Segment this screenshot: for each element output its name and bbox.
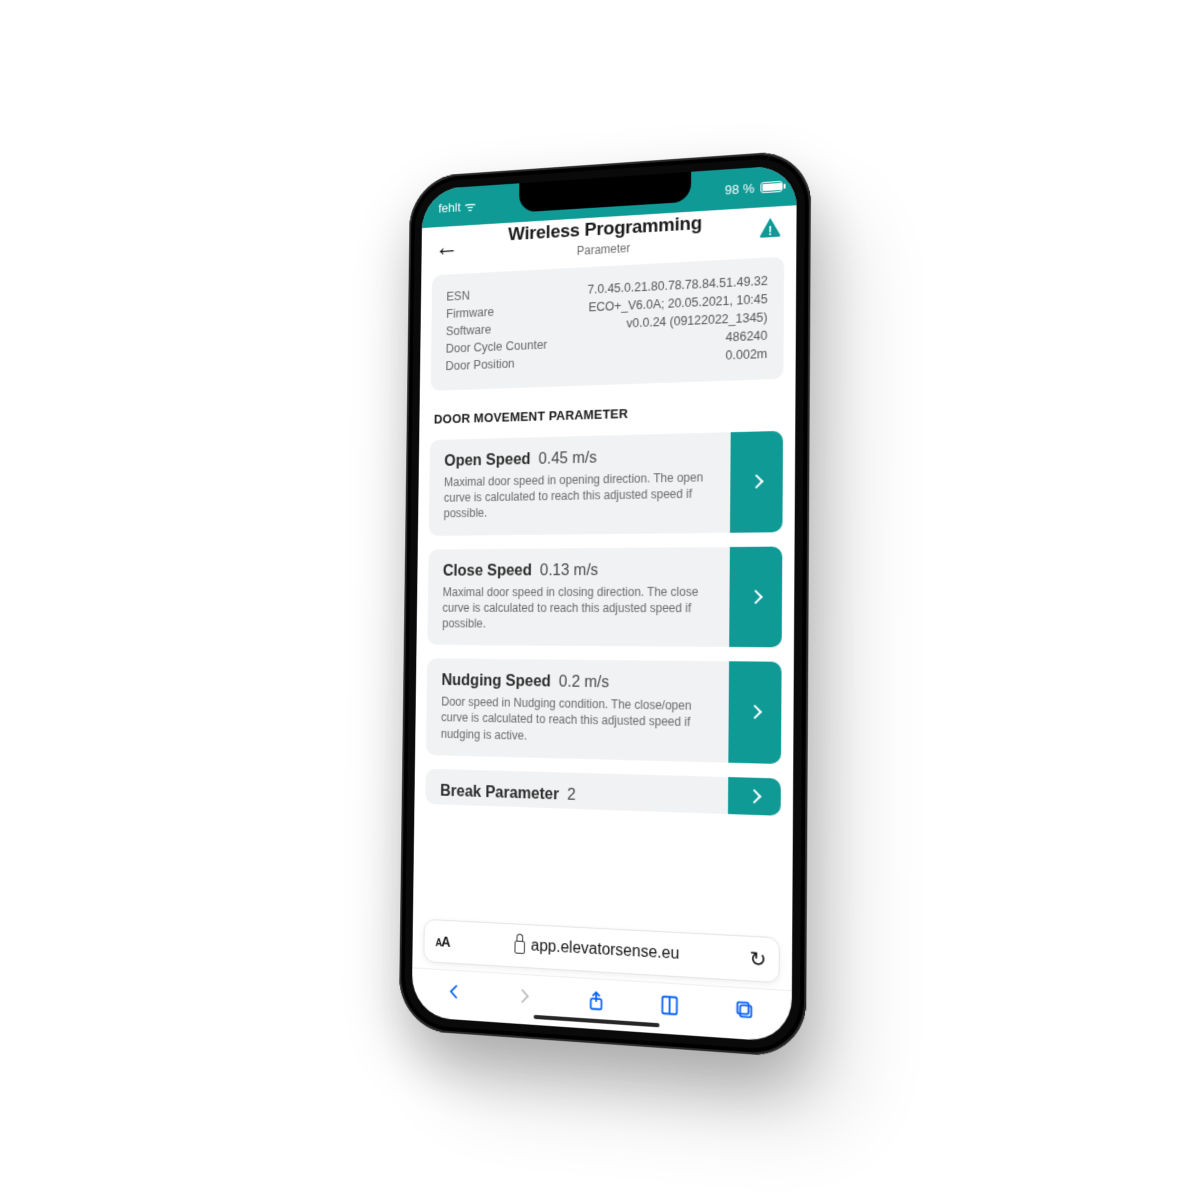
lock-icon	[515, 940, 526, 954]
reload-button[interactable]: ↻	[749, 946, 766, 973]
warning-icon[interactable]: !	[758, 216, 782, 240]
param-value: 0.45 m/s	[538, 450, 596, 468]
param-break-parameter[interactable]: Break Parameter 2	[425, 768, 781, 815]
chevron-right-icon	[749, 475, 763, 489]
param-value: 0.2 m/s	[559, 674, 609, 692]
param-nudging-speed[interactable]: Nudging Speed 0.2 m/s Door speed in Nudg…	[426, 659, 782, 764]
param-desc: Maximal door speed in opening direction.…	[444, 469, 717, 522]
back-button[interactable]: ←	[434, 233, 460, 259]
text-size-button[interactable]: AA	[435, 933, 449, 950]
param-value: 0.13 m/s	[540, 562, 599, 579]
param-value: 2	[567, 786, 576, 803]
wifi-icon	[464, 196, 476, 215]
device-info-card: ESN7.0.45.0.21.80.78.78.84.51.49.32 Firm…	[431, 257, 784, 391]
param-name: Break Parameter	[440, 783, 559, 804]
battery-icon	[760, 180, 782, 193]
param-action-button[interactable]	[728, 661, 781, 763]
screen: fehlt 98 % ← Wireless Programming Parame…	[412, 165, 797, 1043]
param-action-button[interactable]	[730, 431, 783, 532]
battery-pct: 98 %	[725, 180, 755, 197]
param-name: Close Speed	[443, 562, 532, 579]
param-action-button[interactable]	[729, 546, 782, 647]
phone-frame: fehlt 98 % ← Wireless Programming Parame…	[399, 149, 811, 1058]
param-desc: Door speed in Nudging condition. The clo…	[441, 694, 715, 748]
param-name: Open Speed	[444, 451, 530, 470]
section-title: DOOR MOVEMENT PARAMETER	[434, 401, 779, 426]
param-action-button[interactable]	[728, 777, 781, 816]
param-close-speed[interactable]: Close Speed 0.13 m/s Maximal door speed …	[427, 546, 782, 647]
carrier-label: fehlt	[438, 199, 461, 215]
chevron-right-icon	[749, 590, 763, 604]
chevron-right-icon	[748, 705, 762, 720]
bookmarks-button[interactable]	[655, 989, 685, 1022]
tabs-button[interactable]	[730, 993, 761, 1026]
chevron-right-icon	[747, 789, 761, 804]
browser-back-button[interactable]	[440, 975, 468, 1007]
url-display[interactable]: app.elevatorsense.eu	[450, 933, 750, 968]
param-name: Nudging Speed	[441, 672, 550, 690]
content-scroll[interactable]: ESN7.0.45.0.21.80.78.78.84.51.49.32 Firm…	[413, 250, 796, 928]
param-desc: Maximal door speed in closing direction.…	[442, 583, 715, 632]
param-open-speed[interactable]: Open Speed 0.45 m/s Maximal door speed i…	[429, 431, 783, 536]
share-button[interactable]	[581, 984, 610, 1016]
browser-forward-button[interactable]	[510, 980, 539, 1012]
